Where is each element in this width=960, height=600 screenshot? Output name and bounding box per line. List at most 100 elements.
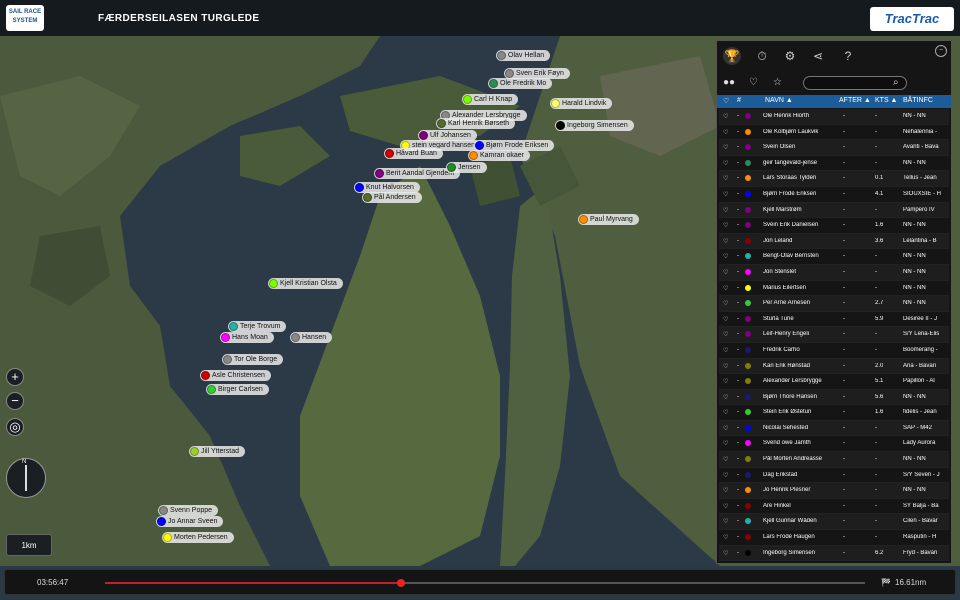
table-row[interactable]: ♡ - geir tangevald-jense - - NN - NN [719, 156, 949, 172]
timeline-track[interactable] [105, 579, 865, 587]
help-icon[interactable]: ? [839, 47, 857, 65]
favorite-heart-icon[interactable]: ♡ [723, 503, 728, 510]
boat-label[interactable]: Olav Hellan [496, 50, 551, 61]
boat-label[interactable]: Paul Myrvang [578, 214, 639, 225]
table-row[interactable]: ♡ - Jon Leland - 3.6 Lelantina - B [719, 233, 949, 250]
favorite-heart-icon[interactable]: ♡ [723, 175, 728, 182]
table-row[interactable]: ♡ - Jon Stenslet - - NN - NN [719, 264, 949, 281]
boat-label[interactable]: Svenn Poppe [158, 505, 219, 516]
zoom-out-button[interactable]: − [6, 392, 24, 410]
boat-label[interactable]: Hansen [290, 332, 333, 343]
favorite-heart-icon[interactable]: ♡ [723, 409, 728, 416]
boat-label[interactable]: Tor Ole Borge [222, 354, 284, 365]
table-row[interactable]: ♡ - Leif-Henry Engeli - - S/Y Lena-Elis [719, 327, 949, 343]
favorite-heart-icon[interactable]: ♡ [723, 347, 728, 354]
boat-label[interactable]: Asle Christensen [200, 370, 271, 381]
table-row[interactable]: ♡ - Lars Storaas Tylden - 0.1 Tellus - Jean [719, 171, 949, 187]
favorite-column-icon[interactable]: ♡ [723, 97, 729, 105]
table-row[interactable]: ♡ - Kjell Gunnar Wåden - - Cilen - Bavar [719, 514, 949, 531]
boat-label[interactable]: Jill Ytterstad [189, 446, 245, 457]
tractrac-logo[interactable]: TracTrac [870, 7, 954, 31]
favorite-heart-icon[interactable]: ♡ [723, 363, 728, 370]
favorite-heart-icon[interactable]: ♡ [723, 316, 728, 323]
table-row[interactable]: ♡ - Bjørn Frode Eriksen - 4.1 SIOUXSIE - H [719, 187, 949, 203]
table-row[interactable]: ♡ - Dag Erikstad - - S/Y Seven - J [719, 468, 949, 484]
boat-label[interactable]: Morten Pedersen [162, 532, 234, 543]
favorite-heart-icon[interactable]: ♡ [723, 285, 728, 292]
table-row[interactable]: ♡ - Alexander Lersbrygge - 5.1 Papillon - Al [719, 374, 949, 390]
favorite-heart-icon[interactable]: ♡ [723, 207, 728, 214]
visible-filter-icon[interactable]: ☆ [773, 77, 782, 88]
favorite-heart-icon[interactable]: ♡ [723, 129, 728, 136]
table-row[interactable]: ♡ - Fredrik Carho - - Boomerang - [719, 343, 949, 359]
favorite-heart-icon[interactable]: ♡ [723, 300, 728, 307]
table-row[interactable]: ♡ - Svein Olsen - - Avanti - Bava [719, 140, 949, 156]
all-filter-icon[interactable]: ●● [723, 77, 735, 88]
table-row[interactable]: ♡ - Per Arne Arnesen - 2.7 NN - NN [719, 296, 949, 312]
table-row[interactable]: ♡ - Svein Erik Danielsen - 1.6 NN - NN [719, 218, 949, 234]
table-row[interactable]: ♡ - Pål Morten Andreasse - - NN - NN [719, 452, 949, 468]
table-row[interactable]: ♡ - Kjell Marstrøm - - Pampero IV [719, 202, 949, 219]
favorite-heart-icon[interactable]: ♡ [723, 238, 728, 245]
table-row[interactable]: ♡ - Sturla Tune - 5.9 Desiree II - J [719, 312, 949, 328]
boat-label[interactable]: Terje Trovum [228, 321, 287, 332]
table-row[interactable]: ♡ - Are Hinkel - - SY Balja - Ba [719, 499, 949, 515]
boat-label[interactable]: Ingeborg Simensen [555, 120, 634, 131]
favorite-heart-icon[interactable]: ♡ [723, 269, 728, 276]
table-row[interactable]: ♡ - Jo Henrik Plesner - - NN - NN [719, 483, 949, 499]
boat-label[interactable]: Karl Henrik Børseth [436, 118, 516, 129]
stopwatch-icon[interactable]: ⏱ [753, 47, 771, 65]
table-row[interactable]: ♡ - Ole Henrik Hiorth - - NN - NN [719, 109, 949, 125]
boat-label[interactable]: Harald Lindvik [550, 98, 613, 109]
boat-label[interactable]: Birger Carlsen [206, 384, 269, 395]
column-name[interactable]: NAVN ▲ [765, 97, 793, 104]
locate-button[interactable]: ◎ [6, 418, 24, 436]
zoom-in-button[interactable]: + [6, 368, 24, 386]
boat-label[interactable]: Pål Andersen [362, 192, 422, 203]
favorite-heart-icon[interactable]: ♡ [723, 487, 728, 494]
table-row[interactable]: ♡ - Bengt-Olav Bernsten - - NN - NN [719, 249, 949, 265]
favorite-heart-icon[interactable]: ♡ [723, 472, 728, 479]
favorite-heart-icon[interactable]: ♡ [723, 394, 728, 401]
column-num[interactable]: # [737, 97, 741, 104]
boat-label[interactable]: Carl H Knap [462, 94, 519, 105]
panel-close-icon[interactable]: − [935, 45, 947, 57]
table-row[interactable]: ♡ - Ingeborg Simensen - 6.2 Fryd - Bavari [719, 545, 949, 561]
table-row[interactable]: ♡ - Nicolai Sehested - - SAP - M42 [719, 420, 949, 437]
favorite-heart-icon[interactable]: ♡ [723, 456, 728, 463]
boat-label[interactable]: Hans Moan [220, 332, 274, 343]
table-row[interactable]: ♡ - Lars Frode Haugen - - Rasputin - H [719, 530, 949, 546]
timeline-handle[interactable] [397, 579, 406, 587]
compass-icon[interactable]: N [6, 458, 46, 498]
table-row[interactable]: ♡ - Stein Erik Østetun - 1.6 fidelis - Jean [719, 405, 949, 421]
favorite-heart-icon[interactable]: ♡ [723, 440, 728, 447]
boat-label[interactable]: Ole Fredrik Mo [488, 78, 553, 89]
search-input[interactable] [803, 76, 907, 90]
settings-icon[interactable]: ⚙ [781, 47, 799, 65]
table-row[interactable]: ♡ - Ole Kolbjørn Laukvik - - Nehalennia - [719, 125, 949, 141]
boat-label[interactable]: Jensen [446, 162, 487, 173]
table-row[interactable]: ♡ - Marius Eilertsen - - NN - NN [719, 281, 949, 297]
favorite-heart-icon[interactable]: ♡ [723, 191, 728, 198]
favorite-heart-icon[interactable]: ♡ [723, 378, 728, 385]
boat-label[interactable]: Håvard Buan [384, 148, 443, 159]
favorite-heart-icon[interactable]: ♡ [723, 253, 728, 260]
table-row[interactable]: ♡ - Kari Erik Rønstad - 2.0 Aria - Bavari [719, 358, 949, 375]
table-row[interactable]: ♡ - Bjørn Thore Hansen - 5.6 NN - NN [719, 389, 949, 406]
favorite-heart-icon[interactable]: ♡ [723, 113, 728, 120]
share-icon[interactable]: ⋖ [809, 47, 827, 65]
column-boat[interactable]: BÅTINFC [903, 97, 933, 104]
favorite-heart-icon[interactable]: ♡ [723, 144, 728, 151]
favorite-heart-icon[interactable]: ♡ [723, 425, 728, 432]
favorite-heart-icon[interactable]: ♡ [723, 550, 728, 557]
favorite-heart-icon[interactable]: ♡ [723, 518, 728, 525]
favorite-heart-icon[interactable]: ♡ [723, 222, 728, 229]
trophy-icon[interactable]: 🏆 [723, 47, 741, 65]
favorite-heart-icon[interactable]: ♡ [723, 331, 728, 338]
table-row[interactable]: ♡ - Svend owe Jamth - - Lady Aurora [719, 436, 949, 453]
favorite-heart-icon[interactable]: ♡ [723, 160, 728, 167]
boat-label[interactable]: Kamran okaer [468, 150, 530, 161]
boat-label[interactable]: Jo Annar Sveen [156, 516, 224, 527]
favorite-heart-icon[interactable]: ♡ [723, 534, 728, 541]
favorites-filter-icon[interactable]: ♡ [749, 77, 758, 88]
